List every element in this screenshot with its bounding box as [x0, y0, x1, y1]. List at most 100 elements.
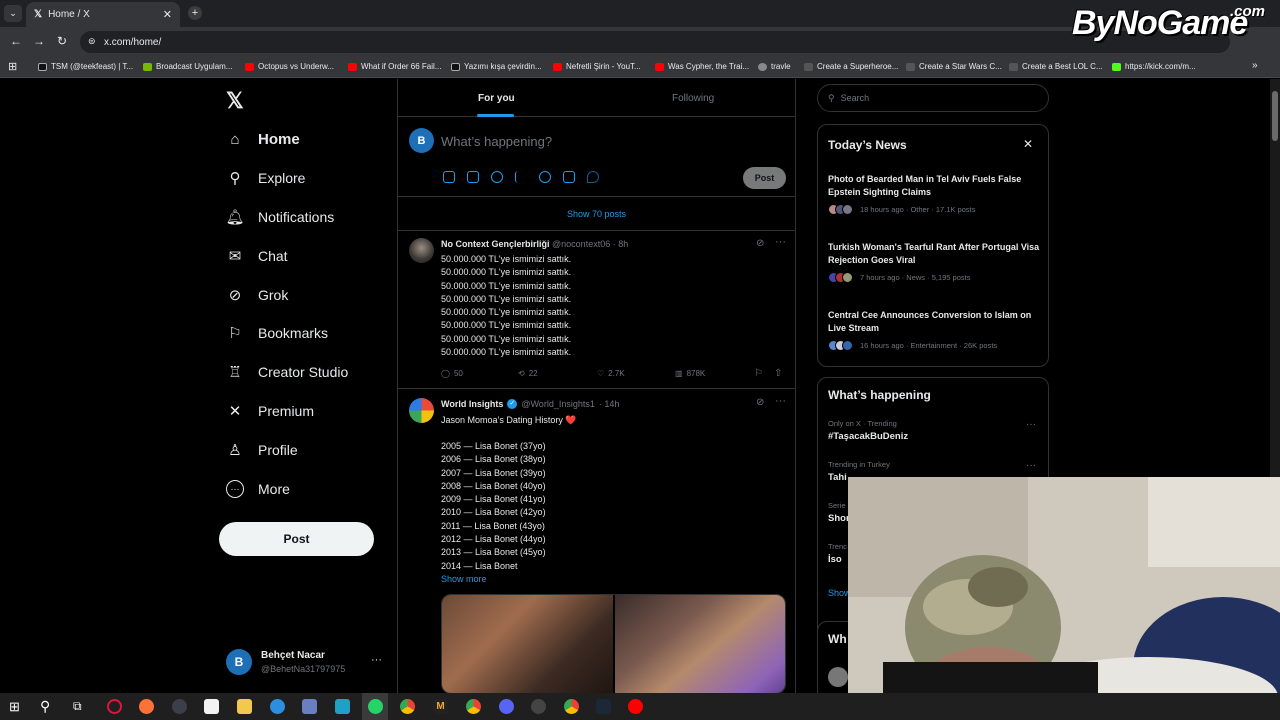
sidebar-item-grok[interactable]: ⊘ Grok: [226, 286, 289, 304]
post-button[interactable]: Post: [219, 522, 374, 556]
more-icon[interactable]: ···: [1026, 419, 1036, 430]
app-icon[interactable]: [531, 699, 546, 714]
show-new-posts[interactable]: Show 70 posts: [398, 197, 795, 231]
reply-button[interactable]: ◯ 50: [441, 369, 463, 378]
bookmark-item[interactable]: TSM (@teekfeast) | T...: [38, 62, 133, 71]
more-icon[interactable]: ···: [371, 654, 382, 666]
share-icon[interactable]: ⇧: [774, 368, 782, 379]
reload-icon[interactable]: ↻: [57, 34, 67, 48]
steam-icon[interactable]: [172, 699, 187, 714]
search-input[interactable]: ⚲ Search: [817, 84, 1049, 112]
new-tab-button[interactable]: +: [188, 6, 202, 20]
x-logo-icon[interactable]: 𝕏: [226, 88, 244, 114]
more-bookmarks-icon[interactable]: »: [1252, 60, 1258, 71]
firefox-icon[interactable]: [139, 699, 154, 714]
grok-icon[interactable]: ⊘: [756, 238, 764, 249]
news-item[interactable]: Central Cee Announces Conversion to Isla…: [828, 309, 1043, 351]
more-icon[interactable]: ···: [1026, 460, 1036, 471]
chrome-icon[interactable]: [400, 699, 415, 714]
bookmark-item[interactable]: Create a Star Wars C...: [906, 62, 1002, 71]
sidebar-item-creator-studio[interactable]: ♖ Creator Studio: [226, 363, 348, 381]
compose-post-button[interactable]: Post: [743, 167, 786, 189]
youtube-icon[interactable]: [628, 699, 643, 714]
views-button[interactable]: ▥ 878K: [675, 369, 705, 378]
task-view-icon[interactable]: ⧉: [73, 699, 82, 714]
sidebar-item-bookmarks[interactable]: ⚐ Bookmarks: [226, 324, 328, 342]
bookmark-item[interactable]: What if Order 66 Fail...: [348, 62, 441, 71]
sidebar-item-home[interactable]: ⌂ Home: [226, 130, 299, 148]
tweet-time[interactable]: · 8h: [613, 239, 629, 249]
tweet[interactable]: No Context Gençlerbirliği @nocontext06 ·…: [398, 231, 795, 389]
tweet-media[interactable]: [441, 594, 786, 693]
apps-grid-icon[interactable]: ⊞: [8, 60, 17, 73]
sidebar-item-profile[interactable]: ♙ Profile: [226, 441, 297, 459]
tweet-author[interactable]: No Context Gençlerbirliği: [441, 239, 550, 249]
bookmark-item[interactable]: https://kick.com/m...: [1112, 62, 1196, 71]
media-photo[interactable]: [442, 595, 613, 693]
app-icon[interactable]: [335, 699, 350, 714]
trend-item[interactable]: Only on X · Trending #TaşacakBuDeniz ···: [828, 419, 1043, 442]
sidebar-item-chat[interactable]: ✉ Chat: [226, 247, 288, 265]
grok-icon[interactable]: ⊘: [756, 397, 764, 408]
browser-tab[interactable]: 𝕏 Home / X ✕: [26, 2, 180, 27]
edge-icon[interactable]: [270, 699, 285, 714]
folder-icon[interactable]: [237, 699, 252, 714]
emoji-icon[interactable]: [539, 171, 551, 183]
store-icon[interactable]: [204, 699, 219, 714]
show-more-link[interactable]: Show more: [441, 573, 546, 586]
sidebar-item-more[interactable]: ⋯ More: [226, 480, 290, 498]
tweet-time[interactable]: · 14h: [599, 399, 620, 409]
steam-icon[interactable]: [596, 699, 611, 714]
bookmark-icon[interactable]: ⚐: [754, 368, 763, 379]
more-icon[interactable]: ···: [775, 236, 786, 248]
tweet[interactable]: World Insights ✓ @World_Insights1 · 14h …: [398, 390, 795, 693]
bookmark-item[interactable]: Broadcast Uygulam...: [143, 62, 232, 71]
tab-for-you[interactable]: For you: [478, 93, 515, 104]
whatsapp-icon[interactable]: [368, 699, 383, 714]
grok-icon[interactable]: [491, 171, 503, 183]
media-photo[interactable]: [615, 595, 785, 693]
app-icon[interactable]: [499, 699, 514, 714]
tab-following[interactable]: Following: [672, 93, 714, 104]
like-button[interactable]: ♡ 2.7K: [597, 369, 625, 378]
windows-start-icon[interactable]: ⊞: [9, 699, 20, 715]
chrome-icon[interactable]: [564, 699, 579, 714]
repost-button[interactable]: ⟲ 22: [518, 369, 538, 378]
search-icon[interactable]: ⚲: [40, 698, 50, 715]
close-icon[interactable]: ✕: [163, 8, 172, 21]
tweet-handle[interactable]: @World_Insights1: [521, 399, 595, 409]
bookmark-item[interactable]: Octopus vs Underw...: [245, 62, 334, 71]
sidebar-item-notifications[interactable]: 🔔︎ Notifications: [225, 208, 334, 226]
close-icon[interactable]: ✕: [1023, 137, 1033, 151]
account-switcher[interactable]: B Behçet Nacar @BehetNa31797975 ···: [226, 649, 386, 679]
compose-input[interactable]: What’s happening?: [441, 134, 552, 149]
bookmark-item[interactable]: Create a Best LOL C...: [1009, 62, 1103, 71]
bookmark-item[interactable]: Create a Superheroe...: [804, 62, 898, 71]
scrollbar-thumb[interactable]: [1272, 91, 1278, 141]
news-item[interactable]: Photo of Bearded Man in Tel Aviv Fuels F…: [828, 173, 1043, 215]
tweet-handle[interactable]: @nocontext06: [552, 239, 610, 249]
bookmark-item[interactable]: Nefretli Şirin - YouT...: [553, 62, 641, 71]
news-item[interactable]: Turkish Woman's Tearful Rant After Portu…: [828, 241, 1043, 283]
back-icon[interactable]: ←: [10, 34, 22, 48]
more-icon[interactable]: ···: [775, 395, 786, 407]
tab-search-button[interactable]: ⌄: [4, 5, 22, 22]
forward-icon[interactable]: →: [33, 34, 45, 48]
bookmark-item[interactable]: Yazımı kışa çevirdin...: [451, 62, 542, 71]
gif-icon[interactable]: [467, 171, 479, 183]
tweet-author[interactable]: World Insights: [441, 399, 503, 409]
image-icon[interactable]: [443, 171, 455, 183]
address-bar[interactable]: ⊜ x.com/home/: [80, 31, 1230, 53]
poll-icon[interactable]: [515, 171, 527, 183]
schedule-icon[interactable]: [563, 171, 575, 183]
bookmark-item[interactable]: Was Cypher, the Trai...: [655, 62, 749, 71]
bookmark-item[interactable]: travle: [758, 62, 791, 71]
app-icon[interactable]: M: [433, 699, 448, 714]
opera-icon[interactable]: [107, 699, 122, 714]
site-info-icon[interactable]: ⊜: [88, 36, 96, 47]
sidebar-item-premium[interactable]: ✕ Premium: [226, 402, 314, 420]
sidebar-item-explore[interactable]: ⚲ Explore: [226, 169, 306, 187]
location-icon[interactable]: [587, 171, 599, 183]
app-icon[interactable]: [302, 699, 317, 714]
chrome-icon[interactable]: [466, 699, 481, 714]
